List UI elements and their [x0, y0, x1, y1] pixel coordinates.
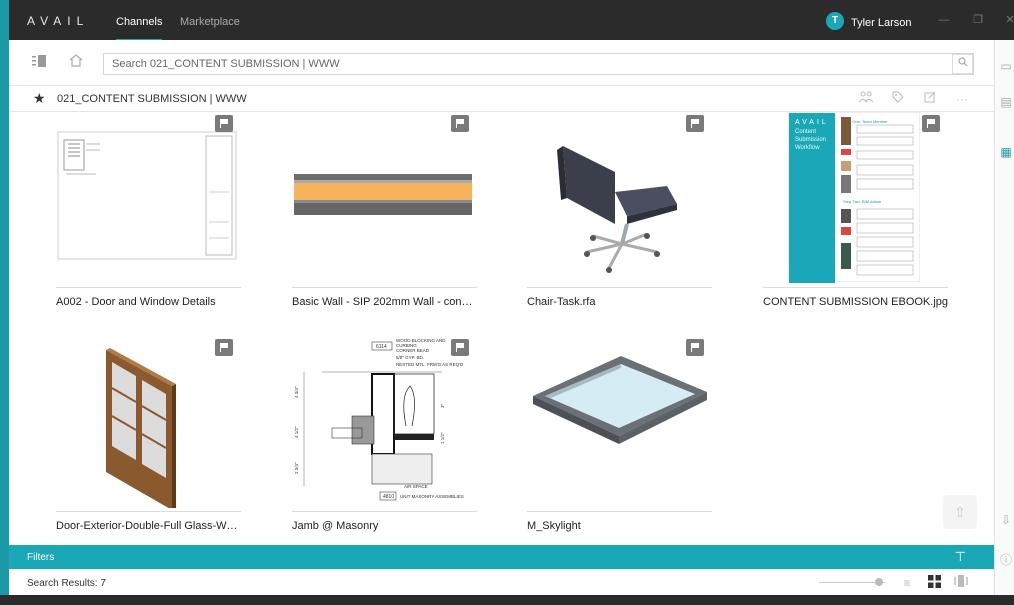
- flag-icon[interactable]: [451, 115, 469, 132]
- svg-text:4 3/4": 4 3/4": [294, 386, 299, 398]
- tab-channels[interactable]: Channels: [116, 16, 163, 41]
- content-grid: A002 - Door and Window Details Basic Wal…: [9, 112, 994, 544]
- filters-label: Filters: [27, 552, 55, 563]
- item-name[interactable]: Door-Exterior-Double-Full Glass-Wood_Cl.…: [56, 520, 241, 532]
- flag-icon[interactable]: [451, 339, 469, 356]
- svg-text:NESTED MTL. FRM'G AS REQ'D: NESTED MTL. FRM'G AS REQ'D: [396, 362, 464, 367]
- status-bar: Search Results: 7 ≡: [9, 569, 994, 595]
- flag-icon[interactable]: [215, 115, 233, 132]
- content-card[interactable]: A002 - Door and Window Details: [56, 112, 241, 332]
- properties-grid-icon[interactable]: ▦: [998, 144, 1014, 160]
- right-side-panel: ▭ ▤ ▦ ⇩ ⓘ: [994, 40, 1014, 605]
- preview-icon[interactable]: ▭: [998, 58, 1014, 74]
- content-card[interactable]: M_Skylight: [527, 336, 712, 544]
- scroll-to-top-button[interactable]: ⇧: [943, 495, 977, 529]
- search-row: [9, 40, 994, 86]
- slider-handle[interactable]: [875, 578, 883, 586]
- comments-icon[interactable]: ▤: [998, 94, 1014, 110]
- thumbnail-sheet: [56, 112, 241, 284]
- item-name[interactable]: Basic Wall - SIP 202mm Wall - conc clad: [292, 296, 477, 308]
- flag-icon[interactable]: [686, 339, 704, 356]
- svg-text:3": 3": [440, 403, 445, 408]
- svg-text:4810: 4810: [383, 494, 394, 500]
- user-avatar[interactable]: T: [826, 12, 844, 30]
- channel-header: ★ 021_CONTENT SUBMISSION | WWW ···: [9, 86, 994, 112]
- flag-icon[interactable]: [922, 115, 940, 132]
- svg-text:1 1/2": 1 1/2": [440, 432, 445, 444]
- svg-text:CORNER BEAD: CORNER BEAD: [396, 348, 430, 353]
- thumbnail-jamb-detail: 6114 WOOD BLOCKING AND CURBING CORNER BE…: [292, 336, 477, 508]
- svg-text:UNIT MASONRY ASSEMBLIES: UNIT MASONRY ASSEMBLIES: [400, 494, 464, 499]
- title-bar: AVAIL Channels Marketplace T Tyler Larso…: [9, 0, 1014, 41]
- search-results-count: Search Results: 7: [27, 578, 106, 589]
- members-icon[interactable]: [857, 90, 875, 108]
- svg-text:5/8" GYP. BD.: 5/8" GYP. BD.: [396, 355, 424, 360]
- user-name[interactable]: Tyler Larson: [851, 17, 912, 29]
- thumbnail-skylight: [527, 336, 712, 508]
- svg-text:AIR SPACE: AIR SPACE: [404, 484, 428, 489]
- thumbnail-chair: [527, 112, 712, 284]
- item-name[interactable]: CONTENT SUBMISSION EBOOK.jpg: [763, 296, 948, 308]
- home-icon[interactable]: [66, 53, 86, 73]
- content-card[interactable]: Door-Exterior-Double-Full Glass-Wood_Cl.…: [56, 336, 241, 544]
- sidebar-toggle-icon[interactable]: [29, 53, 49, 73]
- search-icon[interactable]: [952, 54, 973, 74]
- close-icon[interactable]: ✕: [1002, 12, 1014, 28]
- content-card[interactable]: AVAIL Content Submission Workflow Step O…: [763, 112, 948, 332]
- tag-icon[interactable]: [889, 90, 907, 108]
- svg-text:6114: 6114: [376, 344, 387, 350]
- svg-text:2 3/4": 2 3/4": [294, 462, 299, 474]
- collapse-filter-icon[interactable]: ⊤: [955, 549, 966, 565]
- minimize-icon[interactable]: —: [936, 12, 952, 28]
- bottom-strip: [0, 595, 1014, 605]
- item-name[interactable]: M_Skylight: [527, 520, 712, 532]
- thumbnail-door: [56, 336, 241, 510]
- flag-icon[interactable]: [215, 339, 233, 356]
- search-field[interactable]: [103, 53, 974, 75]
- flag-icon[interactable]: [686, 115, 704, 132]
- grid-view-icon[interactable]: [926, 575, 942, 591]
- search-input[interactable]: [104, 54, 973, 74]
- tab-marketplace[interactable]: Marketplace: [180, 16, 240, 28]
- download-icon[interactable]: ⇩: [998, 512, 1014, 528]
- content-card[interactable]: Chair-Task.rfa: [527, 112, 712, 332]
- app-logo: AVAIL: [27, 14, 90, 28]
- content-card[interactable]: 6114 WOOD BLOCKING AND CURBING CORNER BE…: [292, 336, 477, 544]
- favorite-star-icon[interactable]: ★: [33, 90, 46, 107]
- filters-bar[interactable]: Filters ⊤: [9, 545, 994, 569]
- info-icon[interactable]: ⓘ: [998, 552, 1014, 568]
- item-name[interactable]: Jamb @ Masonry: [292, 520, 477, 532]
- carousel-view-icon[interactable]: [953, 575, 969, 591]
- edit-icon[interactable]: [921, 90, 939, 108]
- item-name[interactable]: Chair-Task.rfa: [527, 296, 712, 308]
- more-icon[interactable]: ···: [953, 90, 971, 108]
- thumbnail-wall: [292, 112, 477, 284]
- content-card[interactable]: Basic Wall - SIP 202mm Wall - conc clad: [292, 112, 477, 332]
- restore-icon[interactable]: ❐: [970, 12, 986, 28]
- item-name[interactable]: A002 - Door and Window Details: [56, 296, 241, 308]
- thumbnail-ebook: AVAIL Content Submission Workflow Step O…: [763, 112, 948, 284]
- channel-title: 021_CONTENT SUBMISSION | WWW: [57, 93, 247, 105]
- svg-text:4 1/2": 4 1/2": [294, 426, 299, 438]
- list-view-icon[interactable]: ≡: [899, 575, 915, 591]
